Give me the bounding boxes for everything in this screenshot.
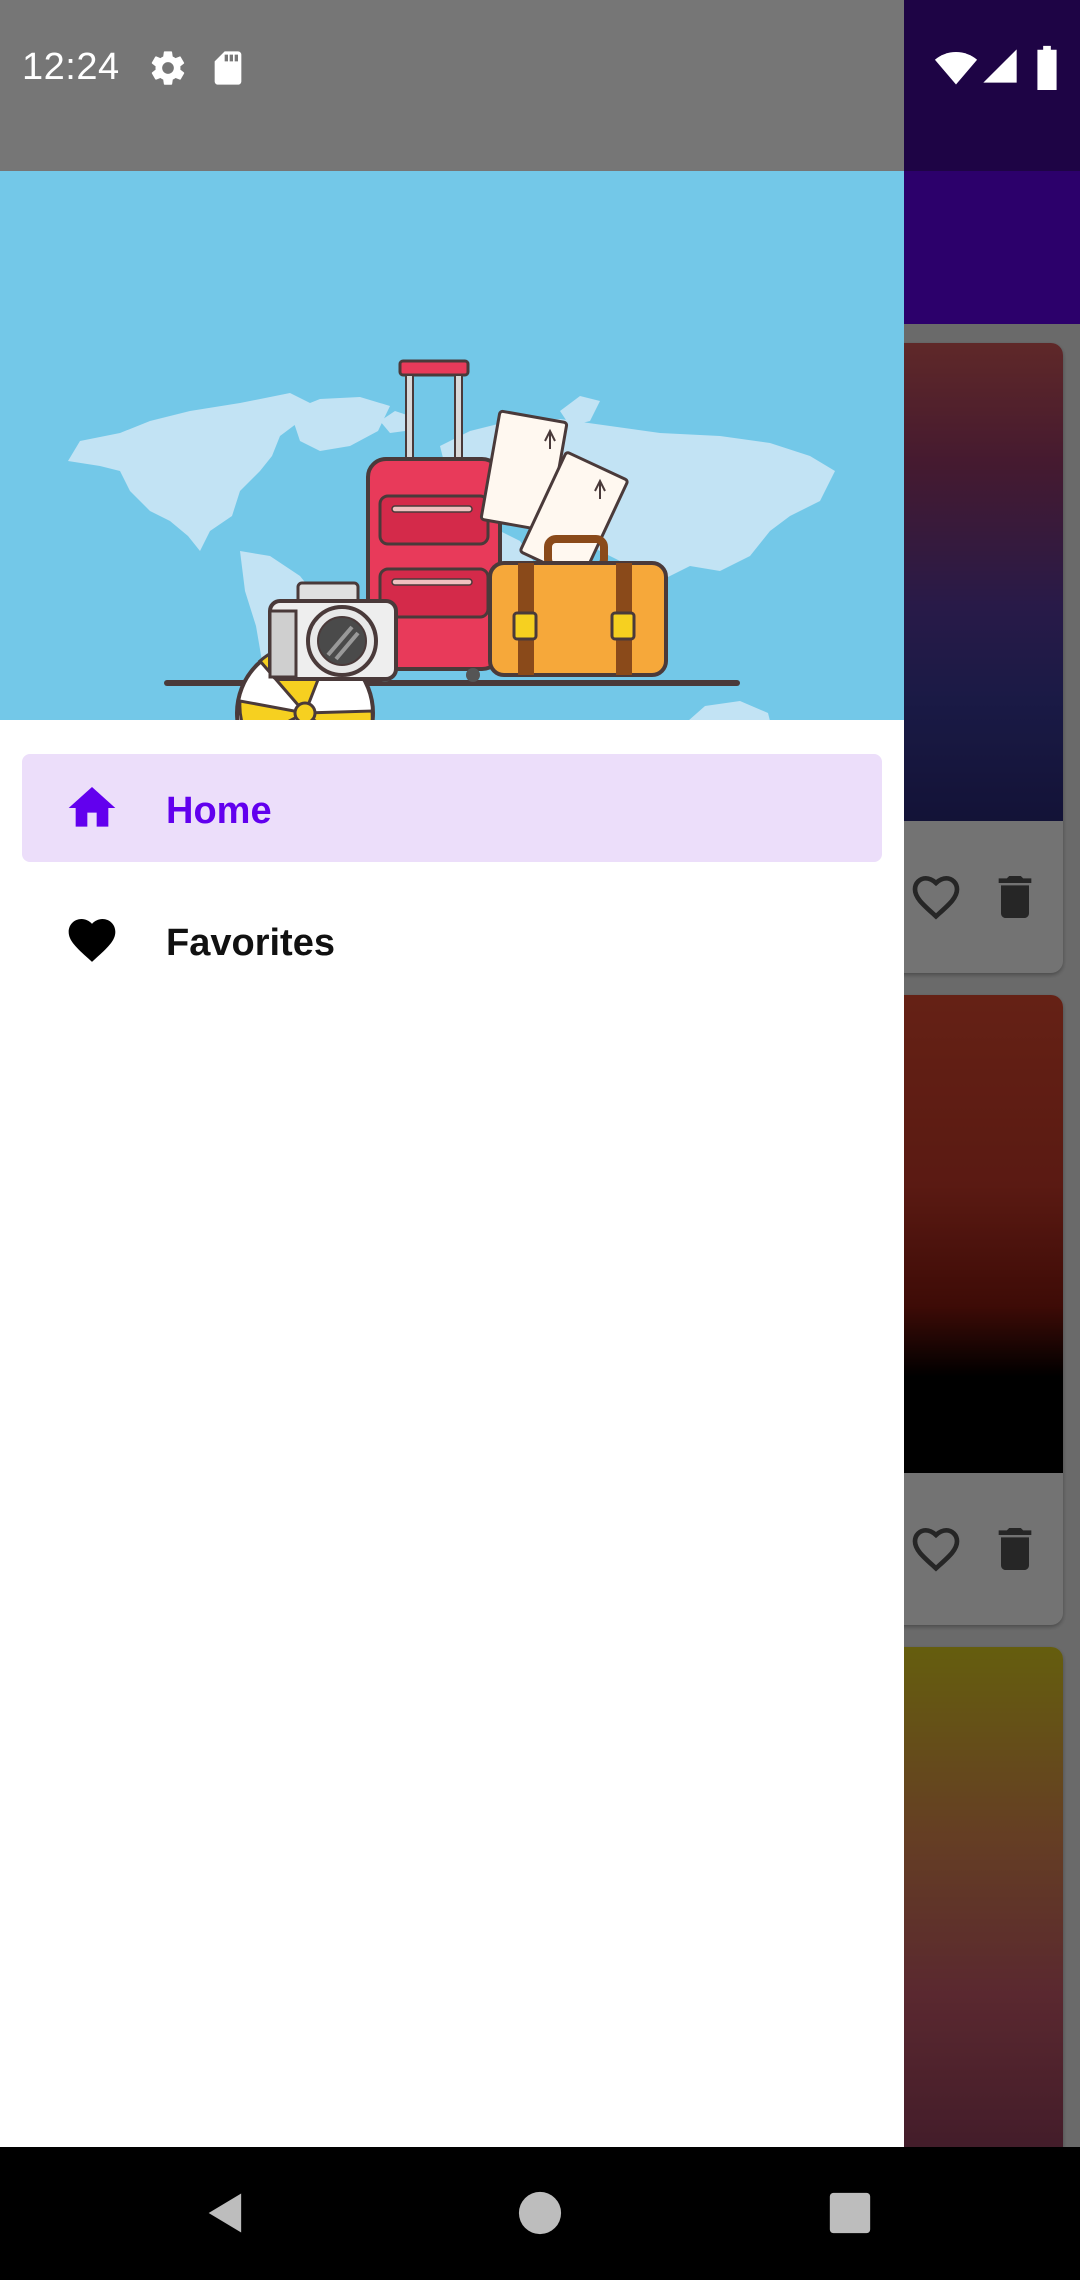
back-button[interactable] (190, 2177, 262, 2249)
signal-icon (983, 49, 1017, 83)
status-bar: 12:24 (0, 0, 1080, 171)
recents-icon (829, 2192, 871, 2234)
sd-card-icon (214, 51, 242, 85)
nav-item-favorites[interactable]: Favorites (22, 886, 882, 994)
home-circle-icon (518, 2191, 562, 2235)
status-bar-scrim (0, 0, 904, 171)
nav-item-home-label: Home (166, 790, 272, 832)
system-navigation-bar (0, 2147, 1080, 2280)
wifi-icon (934, 52, 978, 85)
settings-icon (151, 51, 185, 85)
battery-icon (1037, 45, 1057, 90)
home-button[interactable] (504, 2177, 576, 2249)
nav-item-home[interactable]: Home (22, 754, 882, 862)
navigation-drawer: Home Favorites (0, 171, 904, 2147)
heart-icon (68, 919, 116, 962)
travel-illustration (68, 359, 835, 720)
drawer-header-image (0, 171, 904, 720)
recents-button[interactable] (814, 2177, 886, 2249)
nav-item-favorites-label: Favorites (166, 922, 335, 964)
status-clock: 12:24 (22, 46, 120, 88)
home-icon (68, 787, 116, 827)
back-icon (208, 2193, 242, 2233)
